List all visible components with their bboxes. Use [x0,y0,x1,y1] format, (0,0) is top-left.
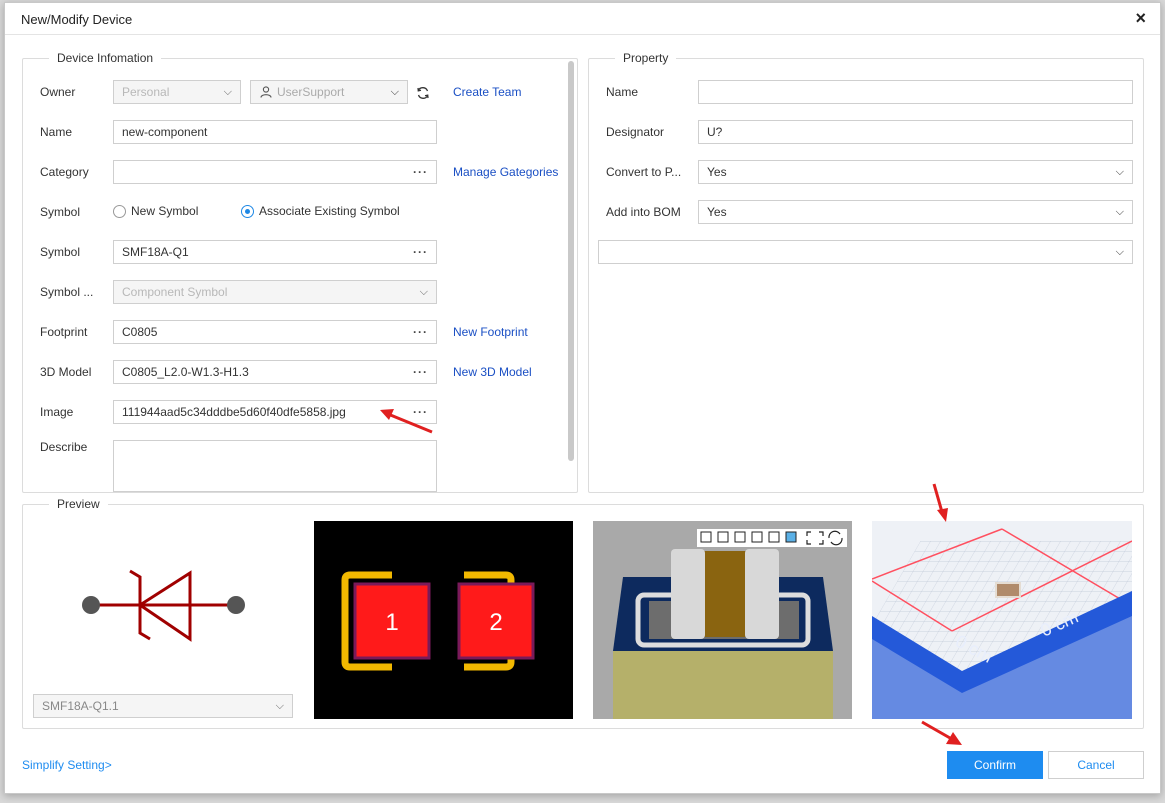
dialog-title: New/Modify Device [21,12,133,27]
owner-scope-select: Personal ⌵ [113,80,241,104]
symbol-preview [82,569,245,642]
more-icon[interactable]: ··· [413,161,428,183]
symbol-type-label: Symbol ... [40,285,94,299]
name-label: Name [40,125,73,139]
extra-property-select[interactable]: ⌵ [598,240,1133,264]
convert-select[interactable]: Yes ⌵ [698,160,1133,184]
symbol-input[interactable]: SMF18A-Q1 ··· [113,240,437,264]
pad-1-number: 1 [385,609,398,636]
symbol-pin-left [82,596,100,614]
symbol-label: Symbol [40,245,81,259]
footprint-value: C0805 [122,325,158,339]
more-icon[interactable]: ··· [413,361,428,383]
property-legend: Property [623,51,669,65]
close-icon[interactable]: × [1135,8,1146,28]
new-footprint-link[interactable]: New Footprint [453,325,528,339]
photo-component [995,582,1021,598]
owner-scope-value: Personal [122,85,170,99]
new-symbol-label: New Symbol [131,204,199,218]
3d-model-value: C0805_L2.0-W1.3-H1.3 [122,365,249,379]
property-name-label: Name [606,85,639,99]
chevron-down-icon: ⌵ [419,286,428,298]
refresh-icon[interactable] [416,86,430,100]
category-input[interactable]: ··· [113,160,437,184]
new-symbol-radio[interactable]: New Symbol [113,204,198,218]
footprint-label: Footprint [40,325,88,339]
device-information-group: Device Infomation [22,51,578,493]
manage-categories-link[interactable]: Manage Gategories [453,165,558,179]
preview-legend: Preview [57,497,100,511]
image-input[interactable]: 111944aad5c34dddbe5d60f40dfe5858.jpg ··· [113,400,437,424]
3d-model-label: 3D Model [40,365,92,379]
chevron-down-icon: ⌵ [223,86,232,98]
chevron-down-icon: ⌵ [1115,166,1124,178]
symbol-type-value: Component Symbol [122,285,228,299]
device-info-scrollbar[interactable] [568,61,574,461]
convert-label: Convert to P... [606,165,682,179]
symbol-preview-select-value: SMF18A-Q1.1 [42,699,119,713]
more-icon[interactable]: ··· [413,321,428,343]
3d-terminal-right [745,549,779,639]
property-name-input[interactable] [698,80,1133,104]
bom-label: Add into BOM [606,205,681,219]
image-value: 111944aad5c34dddbe5d60f40dfe5858.jpg [122,405,346,419]
3d-model-input[interactable]: C0805_L2.0-W1.3-H1.3 ··· [113,360,437,384]
describe-textarea[interactable] [113,440,437,492]
dialog-titlebar: New/Modify Device × [5,3,1160,35]
associate-existing-symbol-radio[interactable]: Associate Existing Symbol [241,204,400,218]
3d-terminal-left [671,549,705,639]
3d-board-front [613,651,833,719]
radio-unchecked-icon [113,204,126,218]
user-icon [260,86,272,98]
symbol-preview-select: SMF18A-Q1.1 ⌵ [33,694,293,718]
category-label: Category [40,165,89,179]
device-information-legend: Device Infomation [57,51,154,65]
describe-label: Describe [40,440,88,454]
chevron-down-icon: ⌵ [390,86,399,98]
new-3d-model-link[interactable]: New 3D Model [453,365,532,379]
symbol-value: SMF18A-Q1 [122,245,189,259]
footprint-input[interactable]: C0805 ··· [113,320,437,344]
designator-label: Designator [606,125,665,139]
pad-2-number: 2 [489,609,502,636]
image-label: Image [40,405,74,419]
chevron-down-icon: ⌵ [1115,206,1124,218]
designator-input[interactable]: U? [698,120,1133,144]
owner-user-value: UserSupport [277,85,345,99]
symbol-type-select: Component Symbol ⌵ [113,280,437,304]
more-icon[interactable]: ··· [413,241,428,263]
confirm-button[interactable]: Confirm [947,751,1043,779]
chevron-down-icon: ⌵ [275,700,284,712]
owner-user-select: UserSupport ⌵ [250,80,408,104]
symbol-pin-right [227,596,245,614]
chevron-down-icon: ⌵ [1115,246,1124,258]
bom-value: Yes [707,205,727,219]
component-photo-preview: 0 cm 0 cm [872,521,1132,719]
name-input-value: new-component [122,125,208,139]
more-icon[interactable]: ··· [413,401,428,423]
designator-value: U? [707,125,723,139]
property-group: Property [588,51,1144,493]
name-input[interactable]: new-component [113,120,437,144]
footprint-preview: 1 2 [314,521,573,719]
owner-label: Owner [40,85,76,99]
bom-select[interactable]: Yes ⌵ [698,200,1133,224]
cancel-button[interactable]: Cancel [1048,751,1144,779]
new-modify-device-dialog: New/Modify Device × Device Infomation Ow… [4,2,1161,794]
radio-checked-icon [241,204,254,218]
symbol-mode-label: Symbol [40,205,81,219]
create-team-link[interactable]: Create Team [453,85,521,99]
3d-model-preview [593,521,852,719]
associate-existing-symbol-label: Associate Existing Symbol [259,204,400,218]
convert-value: Yes [707,165,727,179]
simplify-setting-link[interactable]: Simplify Setting> [22,758,112,772]
